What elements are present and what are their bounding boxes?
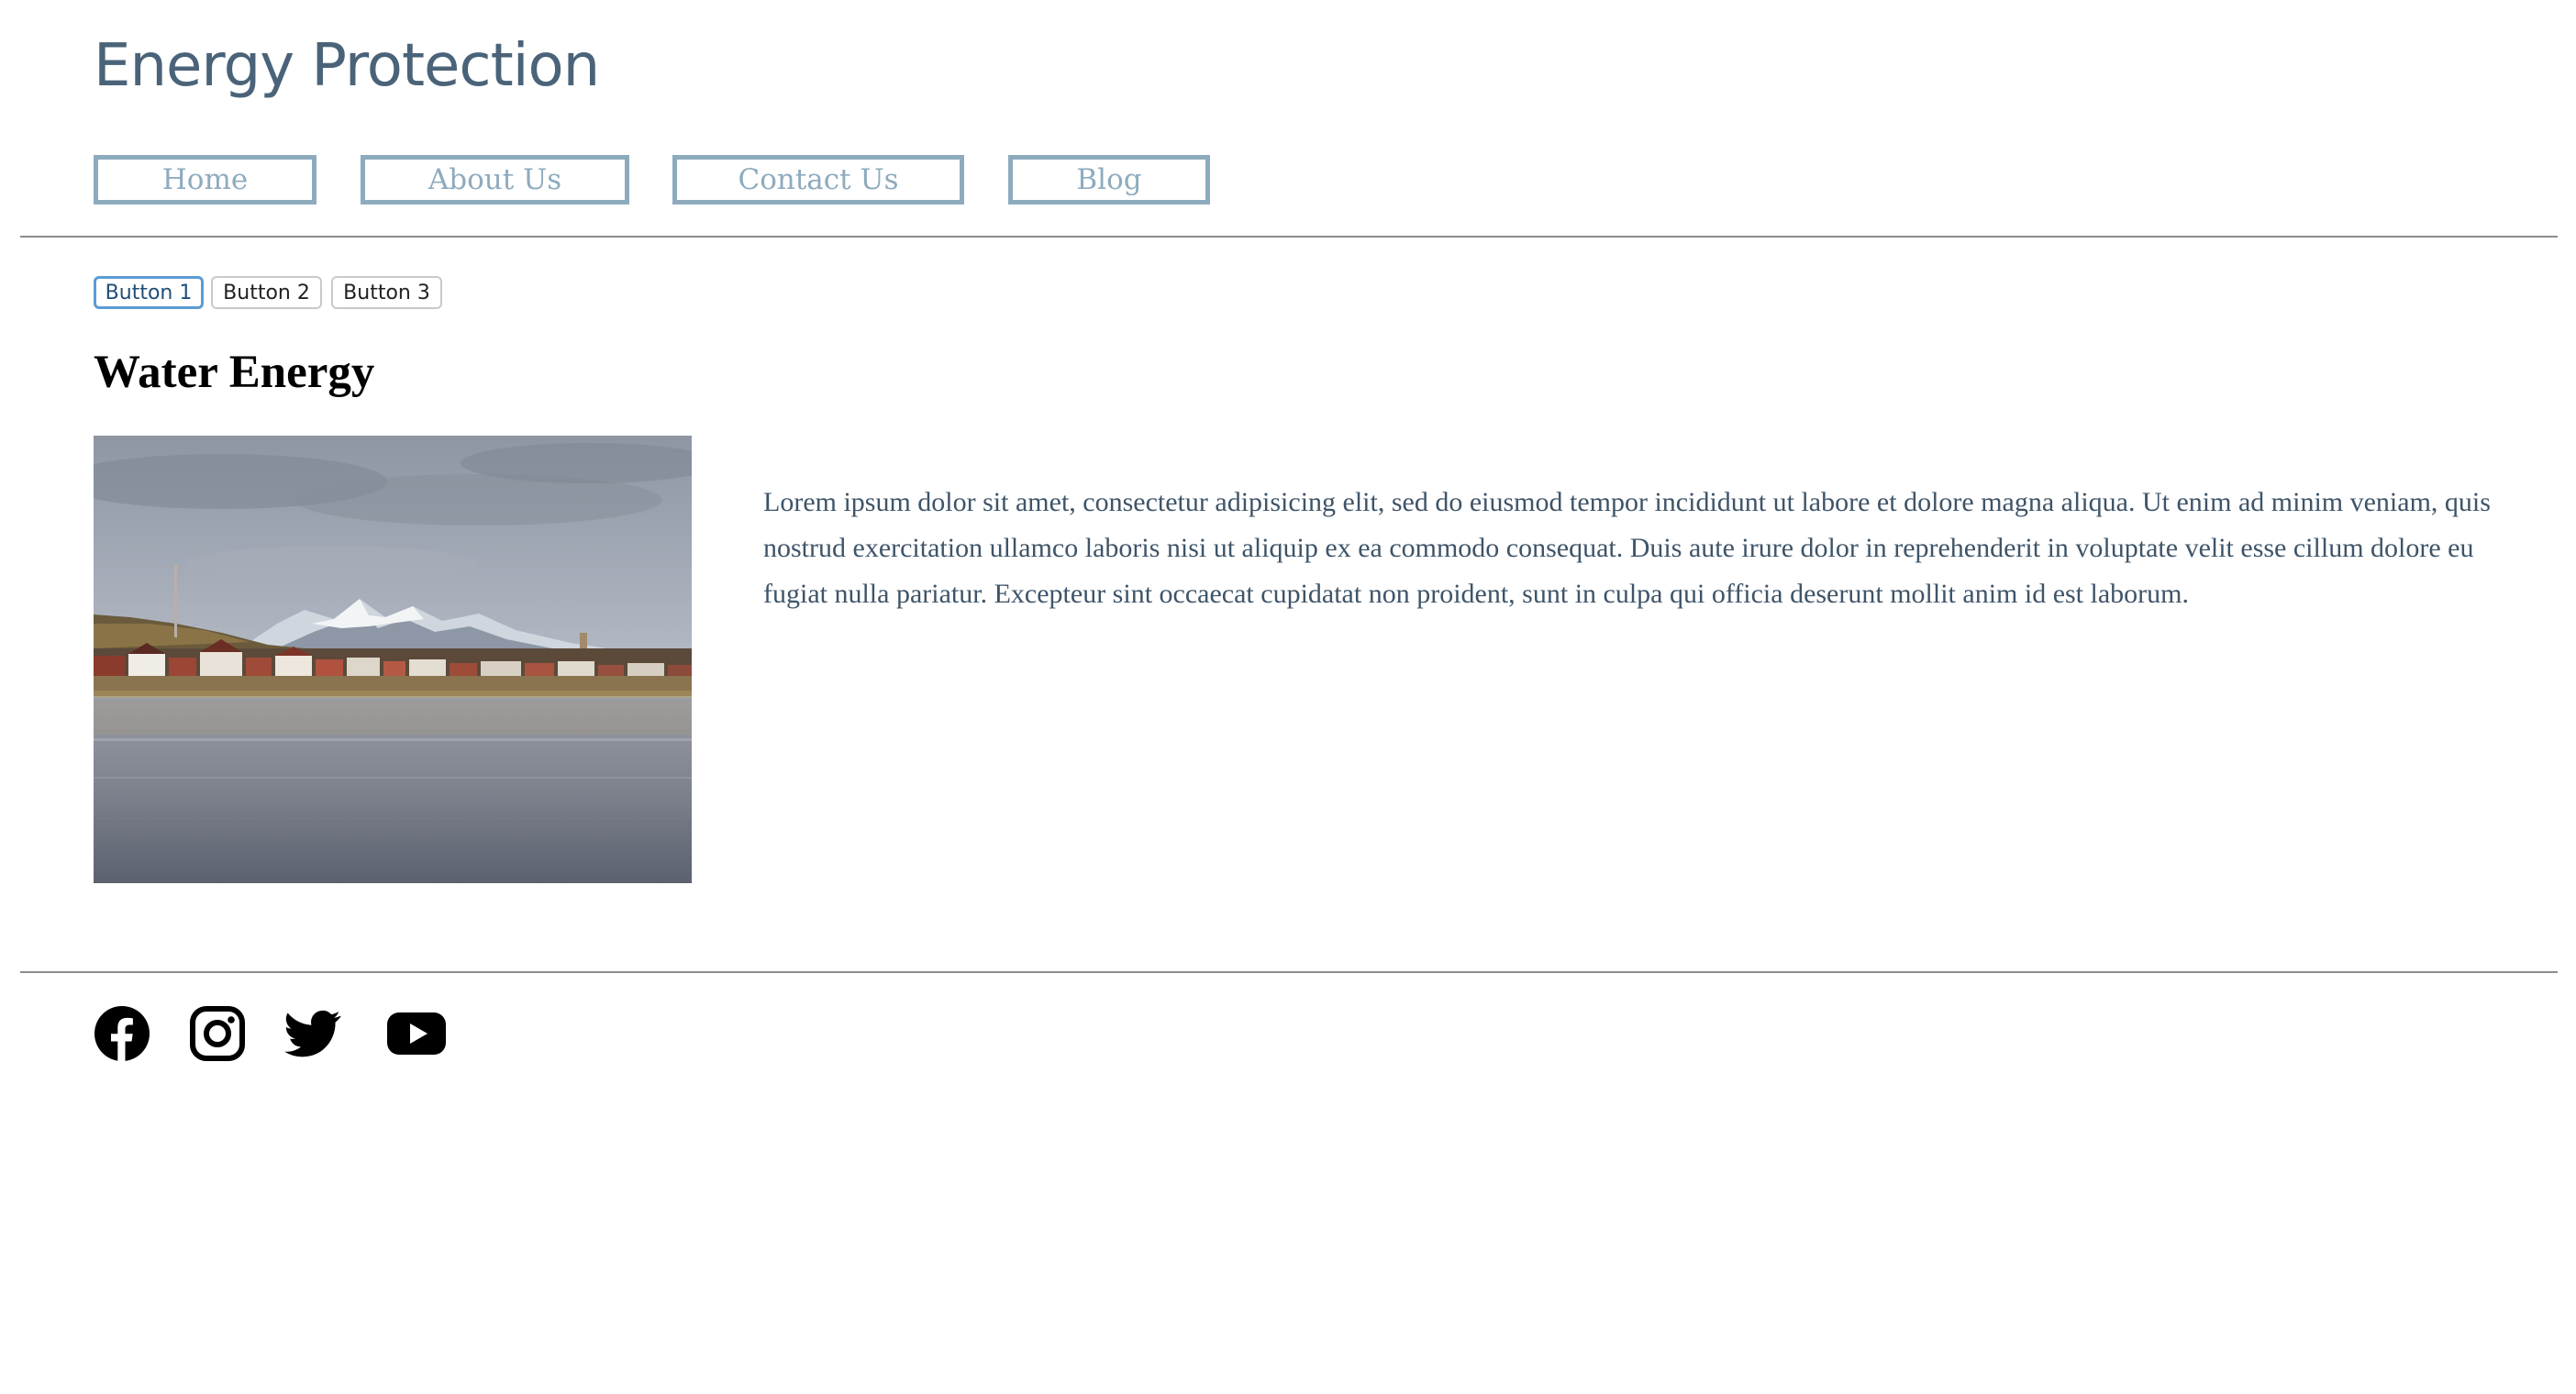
twitter-icon[interactable] xyxy=(284,1005,341,1062)
nav-contact-us-button[interactable]: Contact Us xyxy=(672,155,964,205)
facebook-icon[interactable] xyxy=(94,1005,150,1062)
nav-blog-button[interactable]: Blog xyxy=(1008,155,1210,205)
nav-about-us-button[interactable]: About Us xyxy=(361,155,629,205)
instagram-icon[interactable] xyxy=(189,1005,246,1062)
youtube-icon[interactable] xyxy=(385,1005,448,1062)
site-title: Energy Protection xyxy=(94,32,600,100)
section-title: Water Energy xyxy=(94,347,375,398)
button-2[interactable]: Button 2 xyxy=(211,276,322,309)
button-1[interactable]: Button 1 xyxy=(94,276,204,309)
lake-town-photo xyxy=(94,436,692,883)
footer-divider xyxy=(20,971,2558,973)
header-divider xyxy=(20,236,2558,238)
button-3[interactable]: Button 3 xyxy=(331,276,442,309)
body-paragraph: Lorem ipsum dolor sit amet, consectetur … xyxy=(763,487,2491,609)
nav-home-button[interactable]: Home xyxy=(94,155,316,205)
